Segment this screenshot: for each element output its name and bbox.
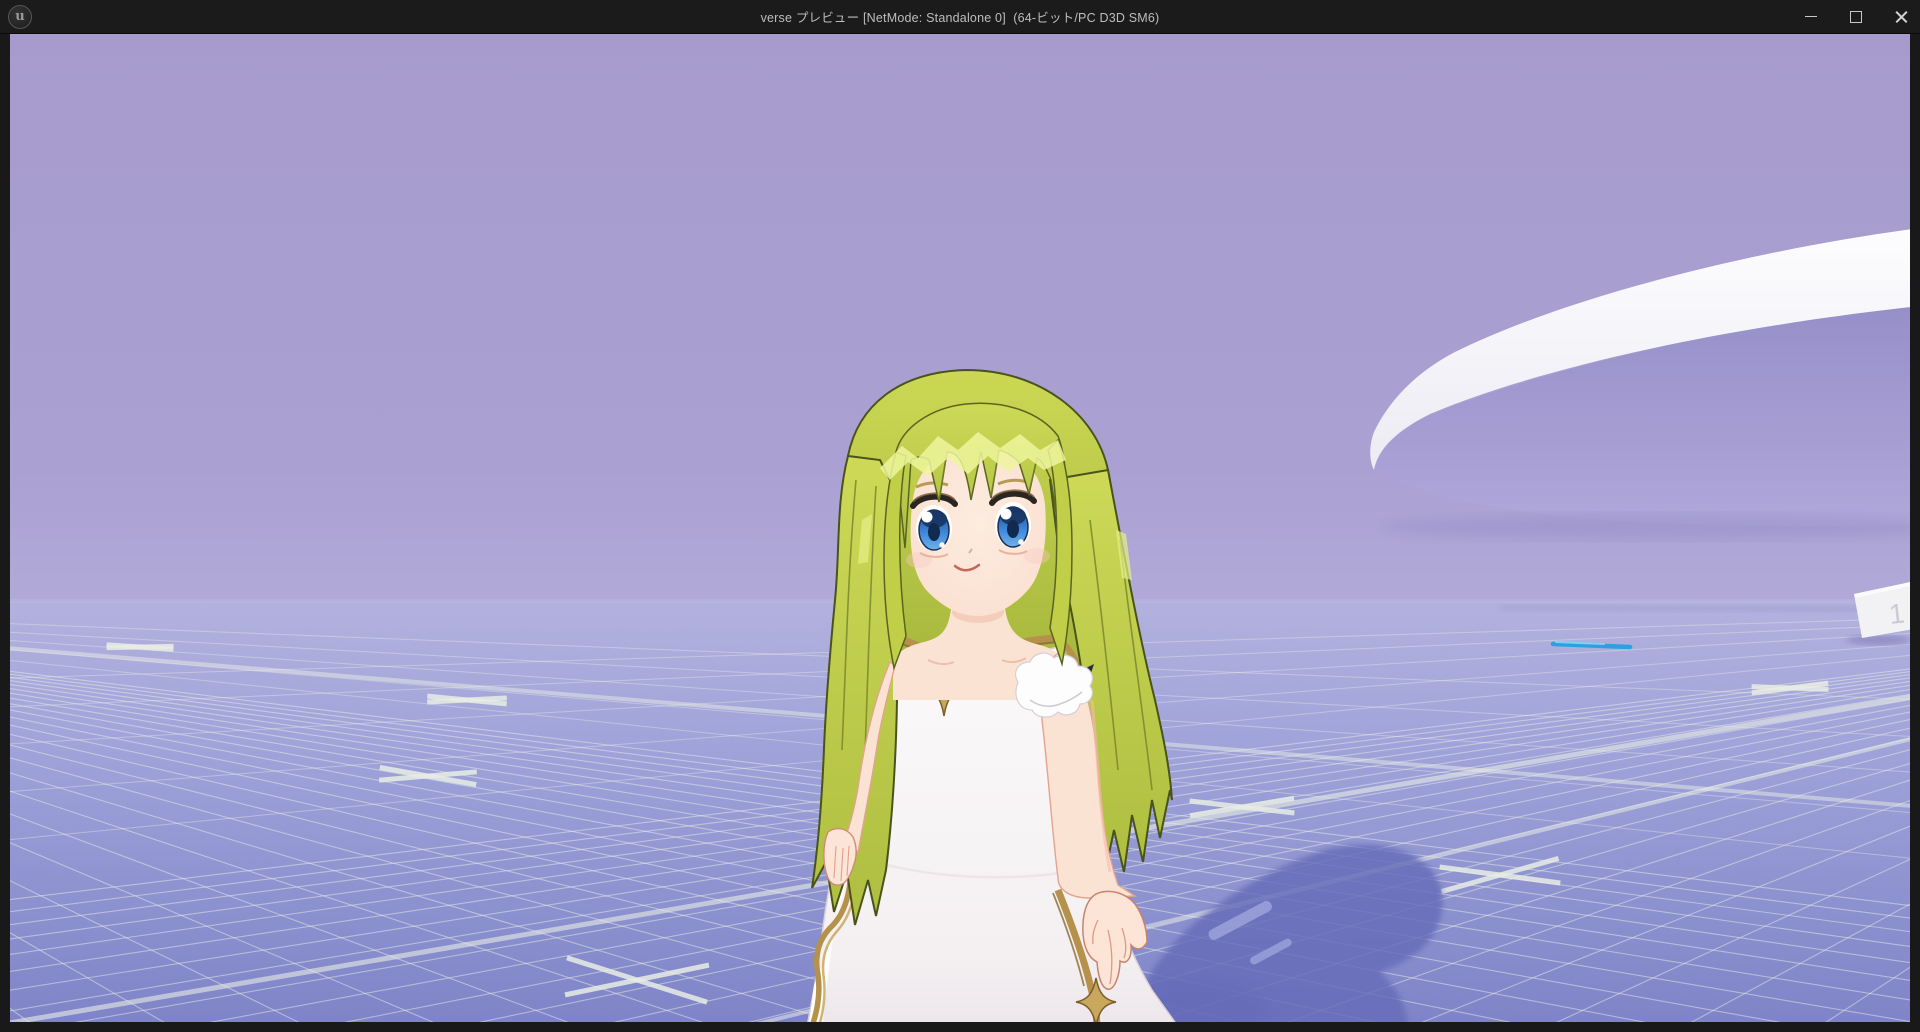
minimize-icon — [1805, 16, 1817, 17]
app-window: u verse プレビュー [NetMode: Standalone 0] (6… — [0, 0, 1920, 1032]
close-button[interactable] — [1892, 8, 1910, 26]
cube-label: 1 — [1887, 598, 1906, 630]
viewport-border-bottom — [0, 1022, 1920, 1032]
viewport-border-left — [0, 33, 10, 1032]
minimize-button[interactable] — [1802, 8, 1820, 26]
title-bar[interactable]: u verse プレビュー [NetMode: Standalone 0] (6… — [0, 0, 1920, 34]
close-icon — [1895, 10, 1908, 23]
maximize-button[interactable] — [1847, 8, 1865, 26]
game-viewport[interactable]: 1 — [10, 33, 1910, 1022]
window-title: verse プレビュー [NetMode: Standalone 0] (64-… — [0, 7, 1920, 26]
viewport-border-right — [1910, 33, 1920, 1032]
window-controls — [1802, 0, 1910, 33]
maximize-icon — [1850, 11, 1862, 23]
